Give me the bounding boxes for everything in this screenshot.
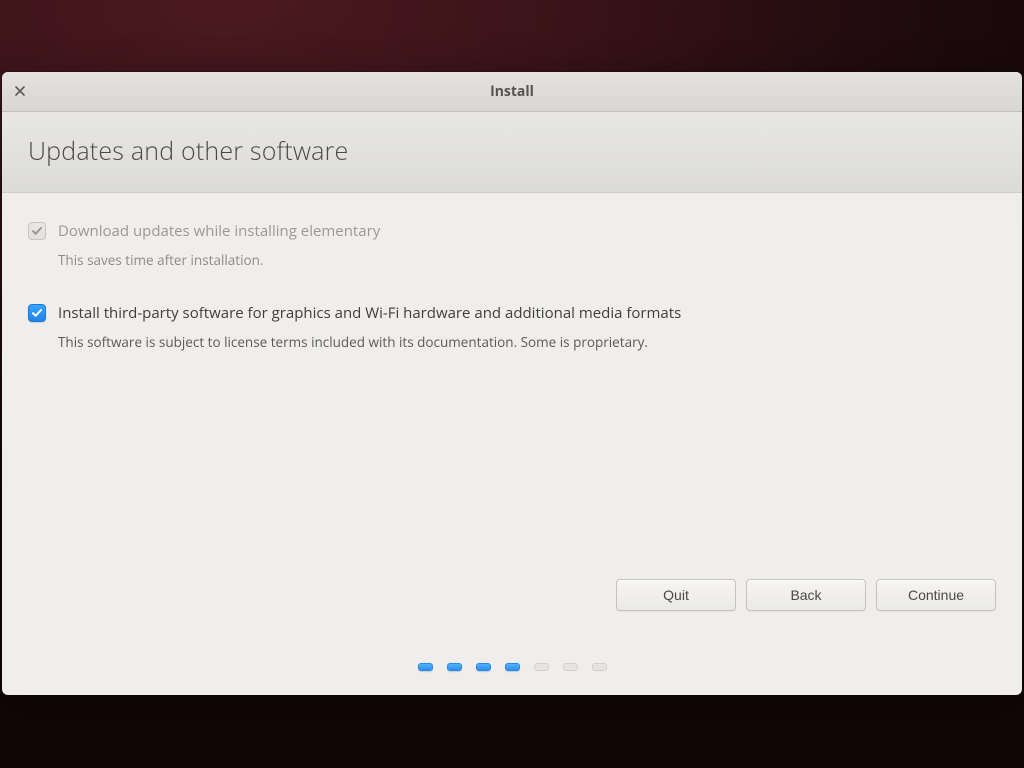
close-button[interactable] <box>2 72 38 112</box>
progress-dot <box>592 663 607 671</box>
installer-window: Install Updates and other software Downl… <box>2 72 1022 695</box>
continue-button[interactable]: Continue <box>876 579 996 611</box>
third-party-checkbox[interactable] <box>28 304 46 322</box>
quit-button[interactable]: Quit <box>616 579 736 611</box>
progress-dot <box>418 663 433 671</box>
close-icon <box>14 82 26 102</box>
download-updates-checkbox <box>28 222 46 240</box>
header-band: Updates and other software <box>2 112 1022 193</box>
third-party-label: Install third-party software for graphic… <box>58 303 681 323</box>
progress-dot <box>476 663 491 671</box>
option-third-party: Install third-party software for graphic… <box>28 303 996 351</box>
footer-buttons: Quit Back Continue <box>2 579 1022 639</box>
desktop-wallpaper: Install Updates and other software Downl… <box>0 0 1024 768</box>
progress-dot <box>534 663 549 671</box>
download-updates-label: Download updates while installing elemen… <box>58 221 380 241</box>
download-updates-subtext: This saves time after installation. <box>58 251 996 269</box>
progress-dot <box>447 663 462 671</box>
progress-dot <box>505 663 520 671</box>
third-party-subtext: This software is subject to license term… <box>58 333 996 351</box>
back-button[interactable]: Back <box>746 579 866 611</box>
page-title: Updates and other software <box>28 134 996 168</box>
progress-dot <box>563 663 578 671</box>
option-download-updates: Download updates while installing elemen… <box>28 221 996 269</box>
content-area: Download updates while installing elemen… <box>2 193 1022 409</box>
window-title: Install <box>2 82 1022 101</box>
titlebar: Install <box>2 72 1022 112</box>
progress-indicator <box>2 639 1022 695</box>
